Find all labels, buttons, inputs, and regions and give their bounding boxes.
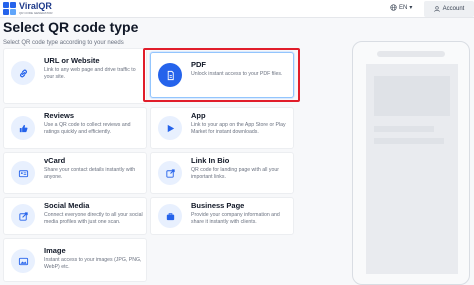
type-card-social-media[interactable]: Social Media Connect everyone directly t… <box>3 197 147 235</box>
phone-preview <box>352 41 470 285</box>
chevron-down-icon: ▾ <box>409 5 413 11</box>
preview-placeholder-line <box>374 126 434 132</box>
top-bar: ViralQR QR CODE GENERATOR EN ▾ Account <box>0 0 474 18</box>
type-card-vcard[interactable]: vCard Share your contact details instant… <box>3 152 147 194</box>
type-card-title: Image <box>44 246 66 255</box>
page-title: Select QR code type <box>3 19 139 35</box>
type-card-title: Social Media <box>44 201 90 210</box>
page-subtitle: Select QR code type according to your ne… <box>3 40 124 46</box>
logo-icon <box>3 2 16 15</box>
type-card-description: Provide your company information and sha… <box>191 212 280 225</box>
type-card-app[interactable]: App Link to your app on the App Store or… <box>150 107 294 149</box>
preview-placeholder-block <box>374 76 450 116</box>
preview-placeholder-line <box>374 138 444 144</box>
type-card-link-in-bio[interactable]: Link In Bio QR code for landing page wit… <box>150 152 294 194</box>
type-card-description: Instant access to your images (JPG, PNG,… <box>44 257 142 270</box>
type-card-description: Connect everyone directly to all your so… <box>44 212 143 225</box>
link-icon <box>11 61 35 85</box>
image-icon <box>11 249 35 273</box>
type-card-description: QR code for landing page with all your i… <box>191 167 279 180</box>
type-card-image[interactable]: Image Instant access to your images (JPG… <box>3 238 147 282</box>
type-card-reviews[interactable]: Reviews Use a QR code to collect reviews… <box>3 107 147 149</box>
logo-name: ViralQR <box>19 1 52 11</box>
type-card-description: Share your contact details instantly wit… <box>44 167 136 180</box>
type-card-title: URL or Website <box>44 56 100 65</box>
logo[interactable]: ViralQR QR CODE GENERATOR <box>3 2 53 15</box>
selection-highlight <box>143 48 300 102</box>
user-icon <box>433 6 440 12</box>
type-card-title: App <box>191 111 206 120</box>
language-selector[interactable]: EN ▾ <box>390 4 412 11</box>
language-label: EN <box>399 4 408 11</box>
type-card-description: Link to your app on the App Store or Pla… <box>191 122 286 135</box>
type-card-description: Link to any web page and drive traffic t… <box>44 67 136 80</box>
type-card-title: vCard <box>44 156 66 165</box>
app-icon <box>158 116 182 140</box>
business-icon <box>158 204 182 228</box>
type-card-description: Use a QR code to collect reviews and rat… <box>44 122 131 135</box>
type-card-title: Link In Bio <box>191 156 230 165</box>
type-card-title: Reviews <box>44 111 75 120</box>
type-card-url[interactable]: URL or Website Link to any web page and … <box>3 48 147 104</box>
type-card-title: Business Page <box>191 201 245 210</box>
account-button[interactable]: Account <box>424 1 474 17</box>
contact-card-icon <box>11 161 35 185</box>
share-icon <box>11 204 35 228</box>
globe-icon <box>390 4 397 11</box>
thumbs-up-icon <box>11 116 35 140</box>
type-card-business-page[interactable]: Business Page Provide your company infor… <box>150 197 294 235</box>
external-link-icon <box>158 161 182 185</box>
logo-tagline: QR CODE GENERATOR <box>19 11 53 15</box>
phone-screen-placeholder <box>366 64 458 274</box>
account-label: Account <box>442 6 465 12</box>
phone-notch <box>377 51 445 57</box>
